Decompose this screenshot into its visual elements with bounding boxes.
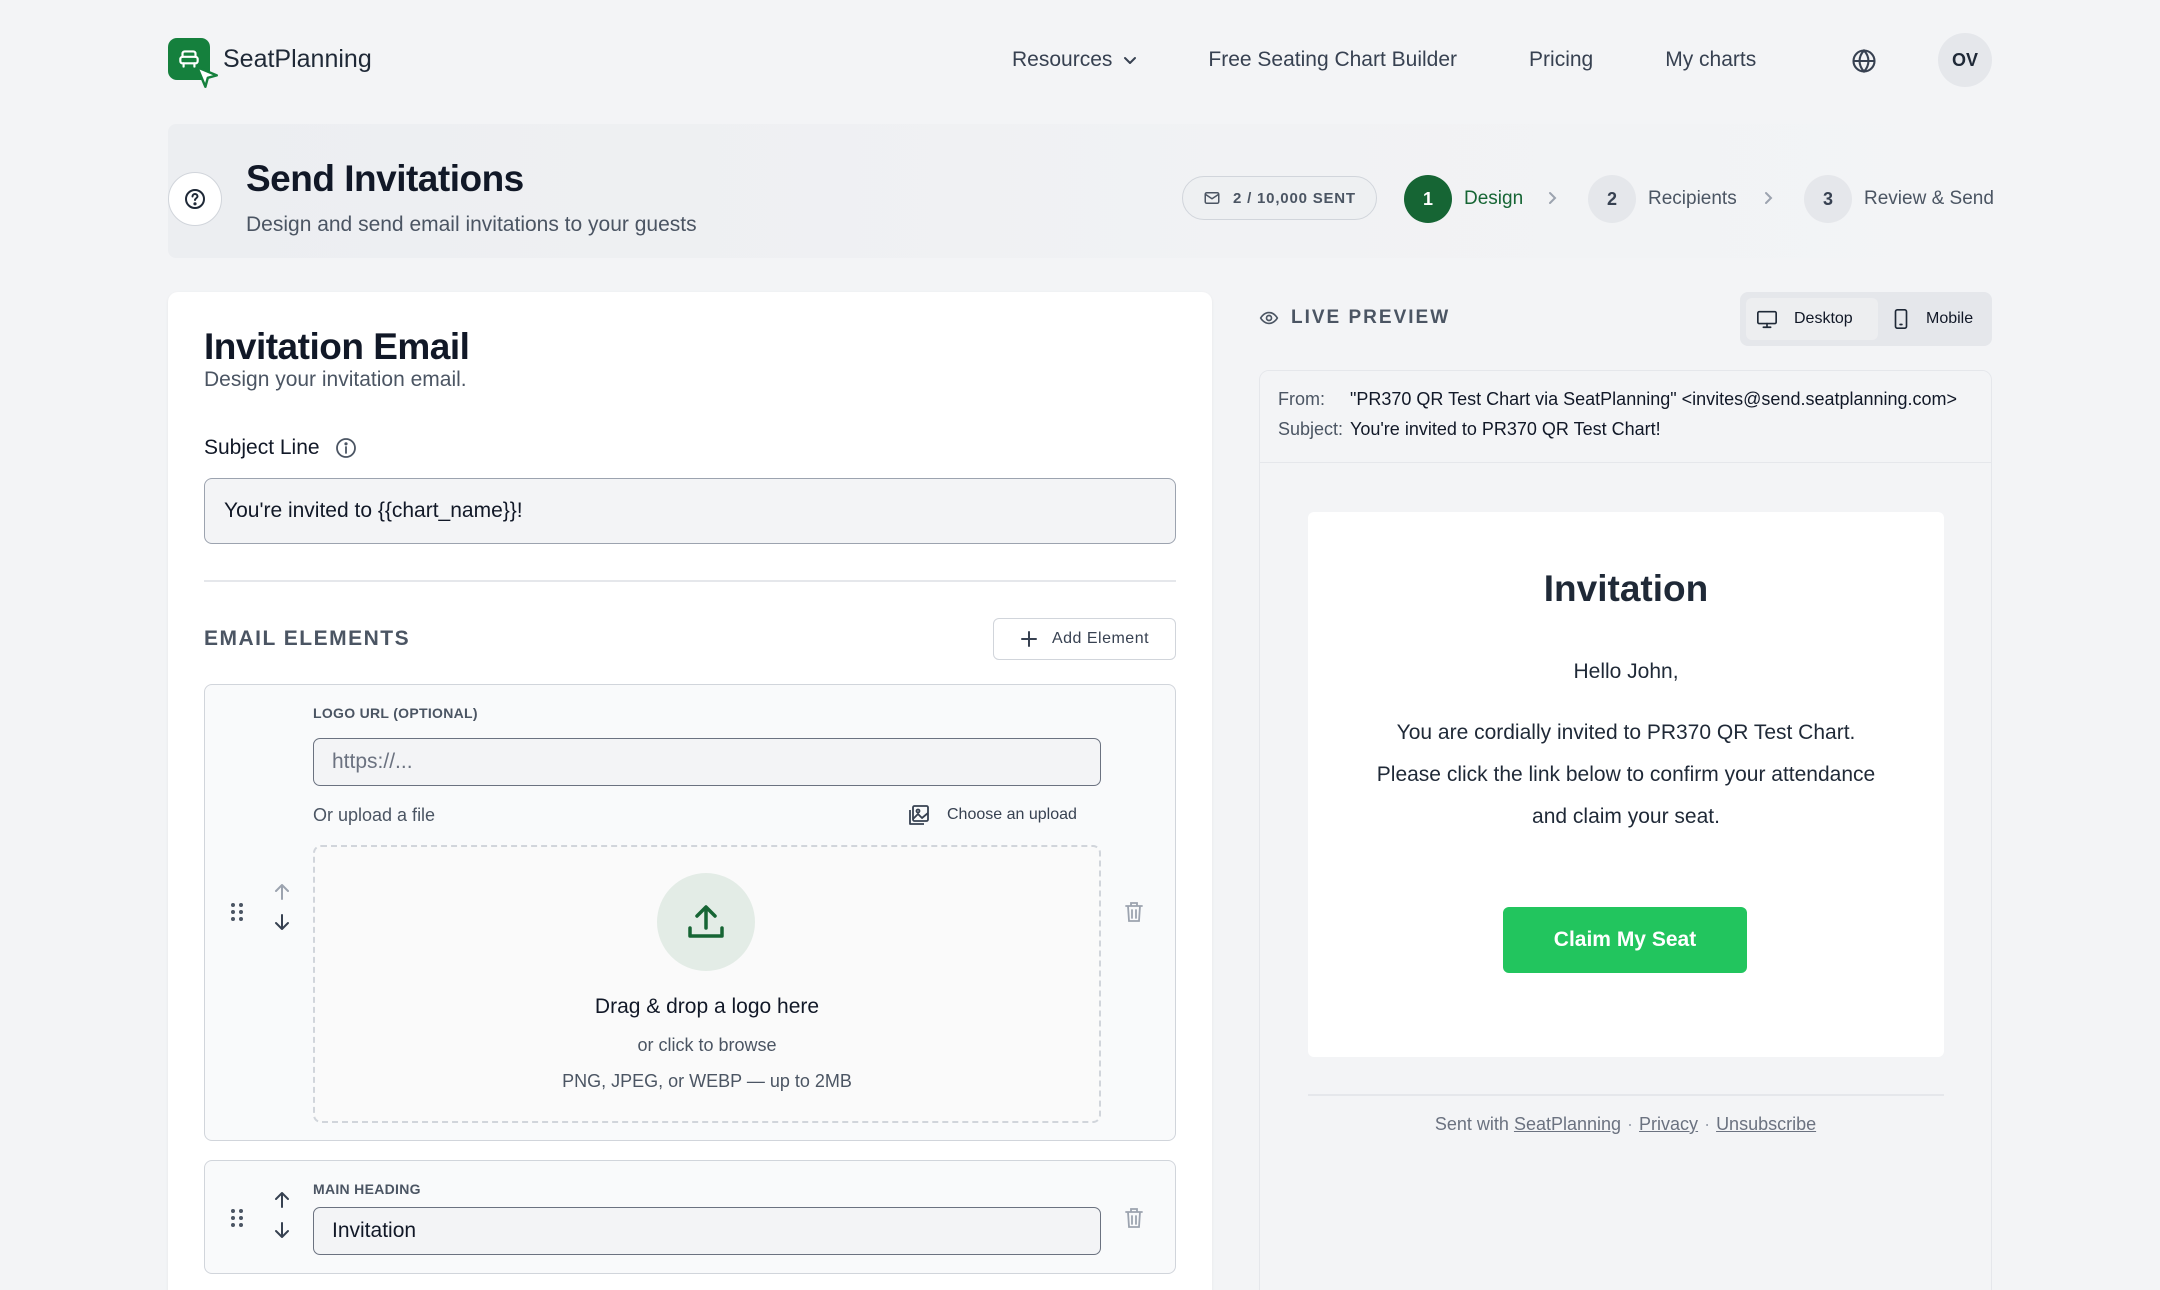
step-label: Review & Send [1864, 188, 1994, 209]
brand-name: SeatPlanning [223, 44, 372, 73]
subject-key: Subject: [1278, 419, 1344, 439]
preview-header: From: "PR370 QR Test Chart via SeatPlann… [1260, 371, 1991, 463]
brand[interactable]: SeatPlanning [168, 38, 372, 88]
sent-count-text: 2 / 10,000 SENT [1233, 189, 1356, 207]
smartphone-icon [1894, 309, 1908, 329]
email-preview: From: "PR370 QR Test Chart via SeatPlann… [1259, 370, 1992, 1290]
trash-icon[interactable] [1123, 1206, 1145, 1230]
desktop-label: Desktop [1794, 310, 1853, 327]
subject-label: Subject Line [204, 436, 358, 460]
mobile-label: Mobile [1926, 310, 1974, 327]
mobile-toggle[interactable]: Mobile [1882, 298, 1986, 340]
step-number: 2 [1588, 175, 1636, 223]
preview-from-row: From: "PR370 QR Test Chart via SeatPlann… [1278, 389, 1970, 410]
add-element-button[interactable]: Add Element [993, 618, 1176, 660]
editor-title: Invitation Email [204, 326, 470, 367]
dropzone-hint: PNG, JPEG, or WEBP — up to 2MB [562, 1071, 852, 1091]
editor-card: Invitation Email Design your invitation … [168, 292, 1212, 1290]
arrow-up-icon[interactable] [271, 1189, 293, 1211]
from-key: From: [1278, 389, 1325, 409]
claim-seat-button[interactable]: Claim My Seat [1503, 907, 1747, 973]
step-label: Design [1464, 188, 1524, 209]
avatar[interactable]: OV [1938, 33, 1992, 87]
divider [1308, 1094, 1944, 1096]
divider [204, 580, 1176, 582]
help-button[interactable] [168, 172, 222, 226]
nav-free-builder[interactable]: Free Seating Chart Builder [1208, 48, 1457, 72]
plus-icon [1020, 631, 1037, 647]
heading-element: MAIN HEADING Invitation [204, 1160, 1176, 1274]
subject-value: You're invited to PR370 QR Test Chart! [1350, 419, 1661, 439]
email-heading: Invitation [1543, 568, 1709, 609]
nav-links: Resources Free Seating Chart Builder Pri… [1012, 0, 1756, 120]
email-body: Invitation Hello John, You are cordially… [1308, 512, 1944, 1057]
privacy-link[interactable]: Privacy [1639, 1114, 1698, 1134]
arrow-down-icon[interactable] [271, 911, 293, 933]
sent-with-text: Sent with [1434, 1114, 1509, 1134]
top-nav: SeatPlanning Resources Free Seating Char… [0, 0, 2160, 120]
page-subtitle: Design and send email invitations to you… [246, 213, 697, 236]
logo-url-caption: LOGO URL (OPTIONAL) [313, 705, 478, 721]
monitor-icon [1757, 310, 1777, 329]
arrow-up-icon[interactable] [271, 881, 293, 903]
cursor-icon [196, 66, 218, 88]
dropzone-subtitle: or click to browse [637, 1035, 777, 1055]
step-number: 1 [1404, 175, 1452, 223]
live-preview-label: LIVE PREVIEW [1259, 307, 1450, 329]
live-preview-text: LIVE PREVIEW [1291, 307, 1451, 328]
nav-resources[interactable]: Resources [1012, 48, 1138, 72]
logo-dropzone[interactable]: Drag & drop a logo here or click to brow… [313, 845, 1101, 1123]
nav-resources-label: Resources [1012, 48, 1113, 71]
choose-upload-button[interactable]: Choose an upload [907, 803, 1077, 827]
drag-handle-icon[interactable] [229, 1207, 245, 1229]
step-design[interactable]: 1 Design [1404, 175, 1523, 223]
trash-icon[interactable] [1123, 900, 1145, 924]
unsubscribe-link[interactable]: Unsubscribe [1716, 1114, 1816, 1134]
step-recipients[interactable]: 2 Recipients [1588, 175, 1737, 223]
or-upload-label: Or upload a file [313, 805, 436, 825]
upload-icon [657, 873, 755, 971]
nav-pricing[interactable]: Pricing [1529, 48, 1593, 72]
subject-input[interactable]: You're invited to {{chart_name}}! [204, 478, 1176, 544]
page-title: Send Invitations [246, 158, 524, 199]
logo-element: LOGO URL (OPTIONAL) https://... Or uploa… [204, 684, 1176, 1141]
device-toggle: Desktop Mobile [1740, 292, 1992, 346]
chevron-right-icon [1549, 192, 1557, 204]
email-footer: Sent with SeatPlanning · Privacy · Unsubscri… [1434, 1114, 1817, 1134]
preview-subject-row: Subject: You're invited to PR370 QR Test… [1278, 419, 1970, 440]
info-icon[interactable] [334, 436, 358, 460]
email-message: You are cordially invited to PR370 QR Te… [1376, 721, 1876, 828]
chevron-right-icon [1765, 192, 1773, 204]
email-greeting: Hello John, [1573, 660, 1679, 683]
arrow-down-icon[interactable] [271, 1219, 293, 1241]
mail-icon [1204, 192, 1220, 204]
question-circle-icon [185, 189, 205, 209]
main-heading-input[interactable]: Invitation [313, 1207, 1101, 1255]
from-value: "PR370 QR Test Chart via SeatPlanning" <… [1350, 389, 1958, 409]
dropzone-title: Drag & drop a logo here [594, 995, 820, 1018]
step-number: 3 [1804, 175, 1852, 223]
editor-subtitle: Design your invitation email. [204, 368, 467, 391]
nav-my-charts[interactable]: My charts [1665, 48, 1756, 72]
brand-link[interactable]: SeatPlanning [1514, 1114, 1621, 1134]
chevron-down-icon [1124, 57, 1137, 64]
eye-icon [1259, 311, 1279, 325]
sent-count-badge: 2 / 10,000 SENT [1182, 176, 1377, 220]
seat-logo-icon [168, 38, 218, 88]
desktop-toggle[interactable]: Desktop [1746, 298, 1878, 340]
choose-upload-label: Choose an upload [947, 806, 1077, 823]
step-review-send[interactable]: 3 Review & Send [1804, 175, 1994, 223]
email-elements-title: EMAIL ELEMENTS [204, 627, 411, 650]
main-heading-caption: MAIN HEADING [313, 1181, 421, 1197]
step-label: Recipients [1648, 188, 1737, 209]
add-element-label: Add Element [1051, 630, 1150, 647]
globe-icon[interactable] [1850, 47, 1878, 75]
drag-handle-icon[interactable] [229, 901, 245, 923]
logo-url-input[interactable]: https://... [313, 738, 1101, 786]
subject-label-text: Subject Line [204, 436, 320, 459]
image-gallery-icon [909, 805, 929, 825]
